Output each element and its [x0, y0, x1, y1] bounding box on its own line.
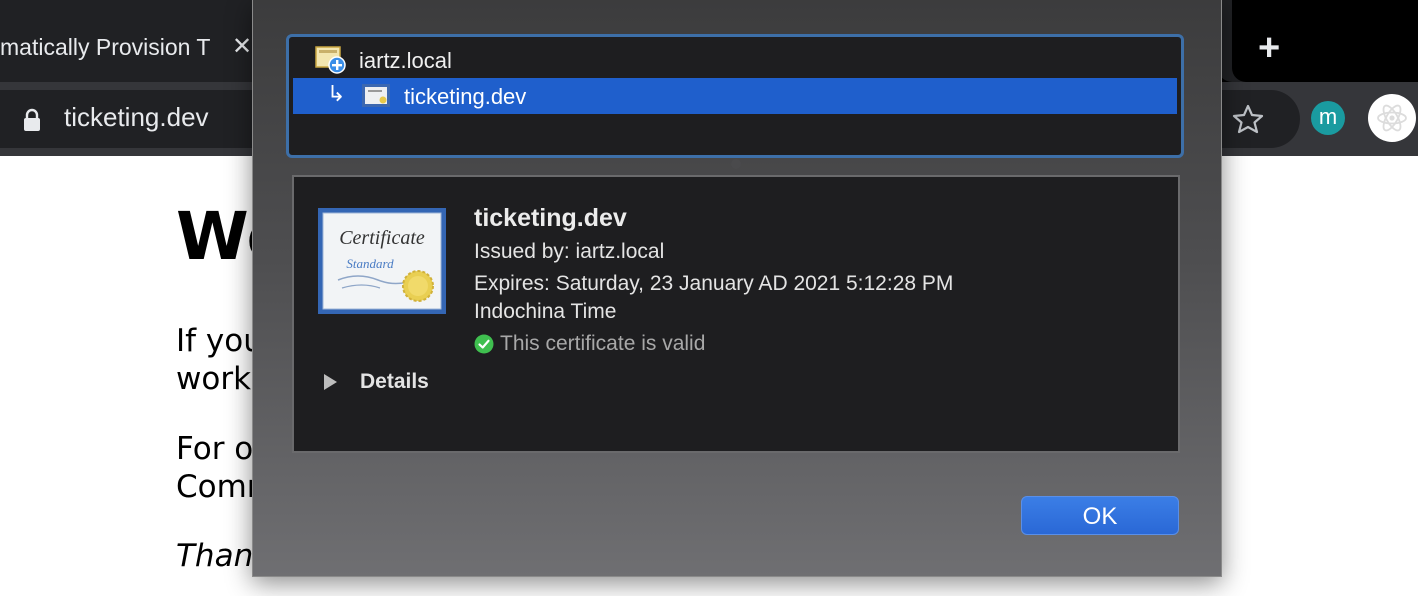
valid-check-icon: [474, 334, 494, 359]
lock-icon[interactable]: [22, 108, 42, 137]
new-tab-button[interactable]: +: [1258, 28, 1280, 68]
cert-chain-item-selected[interactable]: ↳ ticketing.dev: [293, 78, 1177, 114]
certificate-icon: [361, 83, 391, 114]
validity-status: This certificate is valid: [500, 332, 706, 355]
paragraph-2-line-1: For o: [176, 431, 254, 467]
expires-timezone: Indochina Time: [474, 300, 617, 323]
disclosure-triangle-icon[interactable]: [324, 374, 337, 390]
split-view-handle[interactable]: [731, 159, 741, 169]
child-arrow-icon: ↳: [327, 81, 346, 106]
cert-chain-item-label: ticketing.dev: [404, 84, 527, 109]
browser-tab[interactable]: matically Provision T ✕: [0, 0, 270, 82]
root-certificate-icon: [315, 45, 347, 80]
issued-by: Issued by: iartz.local: [474, 240, 665, 263]
react-extension-icon[interactable]: [1368, 94, 1416, 142]
paragraph-1-line-2: worki: [176, 361, 260, 397]
bookmark-star-icon[interactable]: [1232, 104, 1264, 139]
paragraph-1-line-1: If you: [176, 323, 263, 359]
tab-title: matically Provision T: [0, 34, 211, 60]
ok-button[interactable]: OK: [1021, 496, 1179, 535]
expires-date: Expires: Saturday, 23 January AD 2021 5:…: [474, 272, 954, 295]
cert-chain-item-label: iartz.local: [359, 48, 452, 73]
profile-avatar[interactable]: m: [1311, 101, 1345, 135]
cert-chain-item-root[interactable]: iartz.local: [293, 42, 1177, 78]
certificate-name: ticketing.dev: [474, 204, 627, 232]
certificate-large-icon: Certificate Standard: [318, 208, 446, 314]
details-toggle[interactable]: Details: [360, 370, 429, 394]
tab-close-icon[interactable]: ✕: [232, 33, 252, 61]
certificate-image-subtitle: Standard: [346, 256, 394, 271]
url-text[interactable]: ticketing.dev: [64, 102, 209, 133]
certificate-image-title: Certificate: [339, 227, 425, 249]
